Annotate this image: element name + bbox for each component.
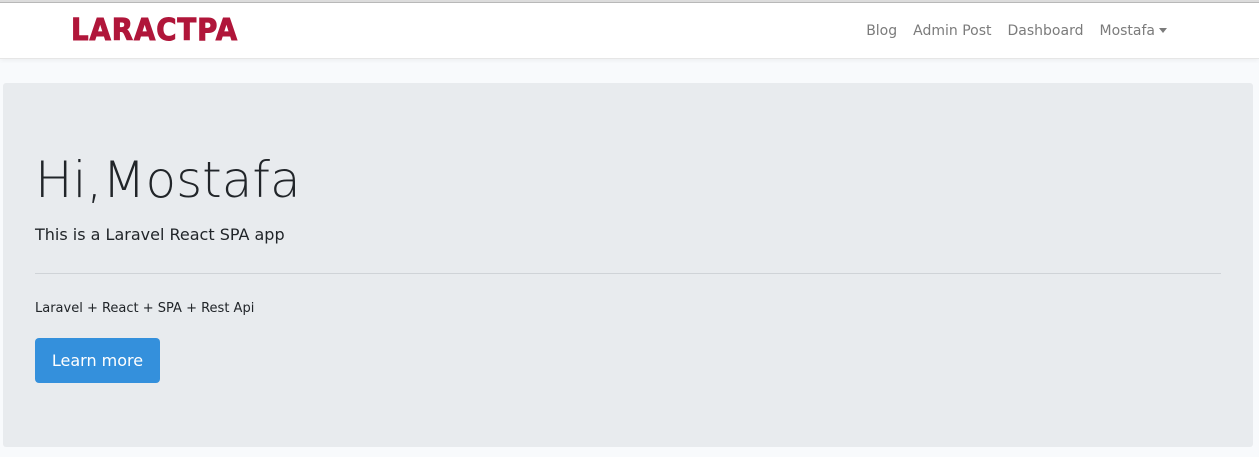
hero-title: Hi,Mostafa <box>35 151 301 209</box>
navbar: LARACTPA Blog Admin Post Dashboard Mosta… <box>0 3 1259 59</box>
nav-links: Blog Admin Post Dashboard Mostafa <box>858 3 1175 59</box>
brand-logo[interactable]: LARACTPA <box>71 13 238 48</box>
user-menu-dropdown[interactable]: Mostafa <box>1091 3 1175 59</box>
nav-link-admin-post[interactable]: Admin Post <box>905 3 999 59</box>
hero-lead: This is a Laravel React SPA app <box>35 225 285 244</box>
nav-link-blog[interactable]: Blog <box>858 3 905 59</box>
learn-more-button[interactable]: Learn more <box>35 338 160 383</box>
hero-text: Laravel + React + SPA + Rest Api <box>35 301 255 316</box>
hero-divider <box>35 273 1221 274</box>
nav-link-dashboard[interactable]: Dashboard <box>1000 3 1092 59</box>
caret-down-icon <box>1159 27 1167 33</box>
jumbotron: Hi,Mostafa This is a Laravel React SPA a… <box>3 83 1253 447</box>
user-menu-label: Mostafa <box>1099 23 1155 39</box>
